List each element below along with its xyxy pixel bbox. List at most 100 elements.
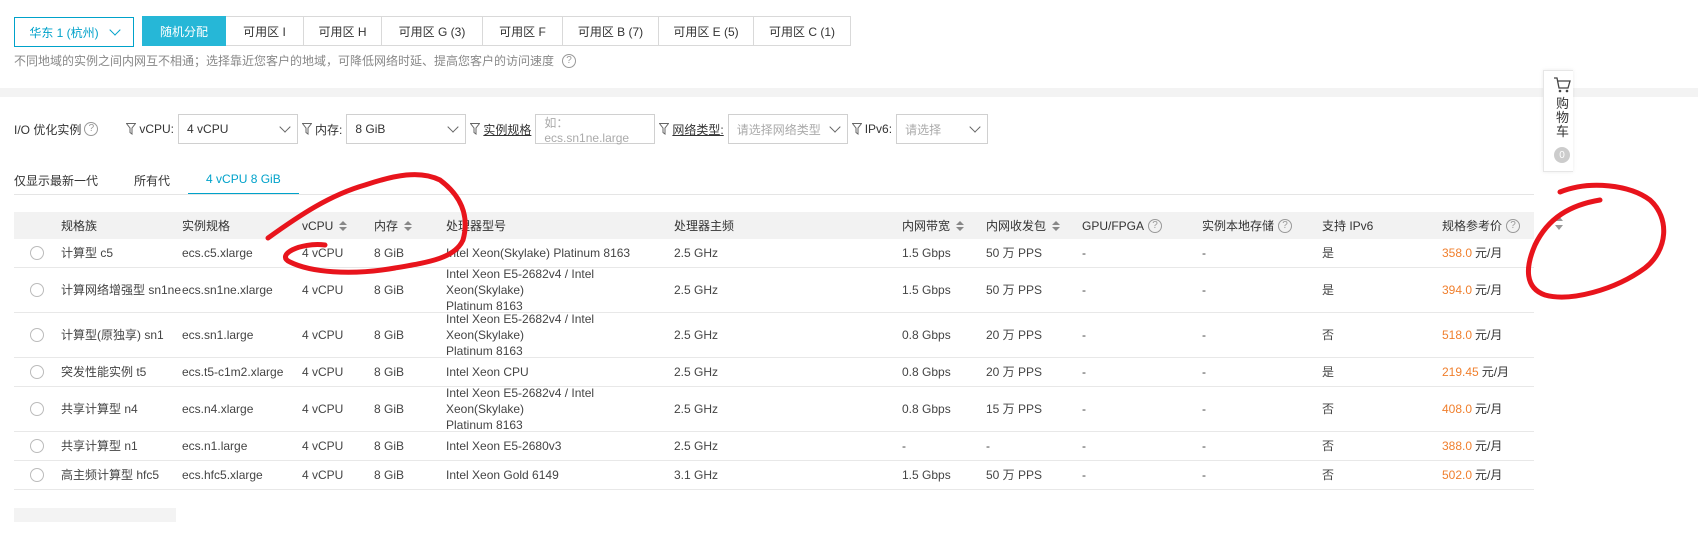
zone-b[interactable]: 可用区 B (7) <box>563 16 659 46</box>
row-select-radio[interactable] <box>30 246 44 260</box>
row-memory: 8 GiB <box>374 283 405 297</box>
row-select-radio[interactable] <box>30 402 44 416</box>
cpu-model-line: Intel Xeon(Skylake) Platinum 8163 <box>446 246 631 260</box>
zone-h[interactable]: 可用区 H <box>304 16 382 46</box>
row-pps: 20 万 PPS <box>986 365 1043 379</box>
sort-icon[interactable] <box>339 220 348 231</box>
tab-4vcpu-8gib[interactable]: 4 vCPU 8 GiB <box>188 165 299 195</box>
network-filter-label: 网络类型: <box>659 121 724 138</box>
table-row[interactable]: 共享计算型 n4 ecs.n4.xlarge 4 vCPU 8 GiB Intel Xe… <box>14 386 1534 432</box>
chevron-down-icon <box>279 121 291 133</box>
help-icon[interactable]: ? <box>1148 218 1163 233</box>
chevron-down-icon <box>447 121 460 133</box>
memory-select[interactable]: 8 GiB <box>346 114 467 144</box>
zone-e[interactable]: 可用区 E (5) <box>659 16 754 46</box>
cpu-model-line: Intel Xeon E5-2680v3 <box>446 439 562 453</box>
sort-icon[interactable] <box>956 220 965 231</box>
zone-random[interactable]: 随机分配 <box>142 16 226 46</box>
col-bandwidth[interactable]: 内网带宽 <box>902 212 965 239</box>
sort-icon[interactable] <box>1052 220 1061 231</box>
row-ipv6: 否 <box>1322 468 1335 482</box>
network-type-select[interactable]: 请选择网络类型 <box>727 114 848 144</box>
row-cpu-model: Intel Xeon E5-2682v4 / Intel Xeon(Skylak… <box>446 267 666 313</box>
help-icon[interactable]: ? <box>1278 218 1293 233</box>
scroll-up-icon[interactable] <box>1555 216 1563 221</box>
row-price: 518.0 元/月 <box>1442 313 1502 357</box>
row-vcpu: 4 vCPU <box>302 328 344 342</box>
zone-hint-text: 不同地域的实例之间内网互不相通；选择靠近您客户的地域，可降低网络时延、提高您客户… <box>14 54 555 68</box>
table-row[interactable]: 高主频计算型 hfc5 ecs.hfc5.xlarge 4 vCPU 8 GiB Int… <box>14 461 1534 490</box>
filter-icon <box>302 123 313 135</box>
row-local-storage: - <box>1202 328 1206 342</box>
price-value: 219.45 <box>1442 365 1479 379</box>
zone-g[interactable]: 可用区 G (3) <box>382 16 483 46</box>
table-row[interactable]: 计算型(原独享) sn1 ecs.sn1.large 4 vCPU 8 GiB Inte… <box>14 312 1534 358</box>
row-local-storage: - <box>1202 468 1206 482</box>
help-icon[interactable]: ? <box>1506 218 1521 233</box>
annotation-circle-price <box>1525 182 1667 300</box>
row-gpu: - <box>1082 439 1086 453</box>
row-price: 219.45 元/月 <box>1442 358 1509 386</box>
cpu-model-line: Platinum 8163 <box>446 418 523 432</box>
spec-filter-label: 实例规格 <box>470 121 531 138</box>
scroll-down-icon[interactable] <box>1555 225 1563 230</box>
row-family: 高主频计算型 hfc5 <box>61 468 160 482</box>
row-ipv6: 否 <box>1322 402 1335 416</box>
price-unit: 元/月 <box>1475 246 1503 260</box>
col-cpu-model: 处理器型号 <box>446 219 507 233</box>
zone-i[interactable]: 可用区 I <box>226 16 304 46</box>
spec-input[interactable]: 如：ecs.sn1ne.large <box>535 114 656 145</box>
row-select-radio[interactable] <box>30 365 44 379</box>
row-memory: 8 GiB <box>374 328 405 342</box>
vcpu-select[interactable]: 4 vCPU <box>178 114 299 144</box>
col-pps[interactable]: 内网收发包 <box>986 212 1061 239</box>
price-value: 394.0 <box>1442 283 1473 297</box>
table-row[interactable]: 共享计算型 n1 ecs.n1.large 4 vCPU 8 GiB Intel Xeo… <box>14 432 1534 461</box>
row-radio-cell <box>30 268 44 312</box>
row-spec: ecs.hfc5.xlarge <box>182 468 263 482</box>
sort-icon[interactable] <box>404 220 413 231</box>
zone-f[interactable]: 可用区 F <box>483 16 563 46</box>
row-family: 计算型(原独享) sn1 <box>61 328 164 342</box>
row-vcpu: 4 vCPU <box>302 283 344 297</box>
row-radio-cell <box>30 358 44 386</box>
table-row[interactable]: 突发性能实例 t5 ecs.t5-c1m2.xlarge 4 vCPU 8 GiB In… <box>14 358 1534 387</box>
row-select-radio[interactable] <box>30 283 44 297</box>
row-spec: ecs.sn1.large <box>182 328 254 342</box>
row-price: 388.0 元/月 <box>1442 432 1502 460</box>
row-memory: 8 GiB <box>374 402 405 416</box>
row-cpu-model: Intel Xeon CPU <box>446 358 666 386</box>
row-price: 358.0 元/月 <box>1442 239 1502 267</box>
row-select-radio[interactable] <box>30 439 44 453</box>
tab-all-generations[interactable]: 所有代 <box>134 165 170 195</box>
col-vcpu[interactable]: vCPU <box>302 212 348 239</box>
table-scrollbar[interactable] <box>1553 212 1565 482</box>
col-memory[interactable]: 内存 <box>374 212 413 239</box>
tab-latest-generation[interactable]: 仅显示最新一代 <box>14 165 98 195</box>
table-row[interactable]: 计算网络增强型 sn1ne ecs.sn1ne.xlarge 4 vCPU 8 GiB… <box>14 267 1534 313</box>
row-pps: 15 万 PPS <box>986 402 1043 416</box>
row-vcpu: 4 vCPU <box>302 246 344 260</box>
help-icon[interactable]: ? <box>562 53 577 68</box>
row-local-storage: - <box>1202 246 1206 260</box>
row-cpu-model: Intel Xeon(Skylake) Platinum 8163 <box>446 239 666 267</box>
price-unit: 元/月 <box>1475 402 1503 416</box>
tab-divider <box>14 194 1534 195</box>
region-select[interactable]: 华东 1 (杭州) <box>14 17 134 47</box>
ipv6-select[interactable]: 请选择 <box>896 114 989 144</box>
row-gpu: - <box>1082 402 1086 416</box>
row-select-radio[interactable] <box>30 468 44 482</box>
row-cpu-freq: 3.1 GHz <box>674 468 719 482</box>
table-row[interactable]: 计算型 c5 ecs.c5.xlarge 4 vCPU 8 GiB Intel Xeon… <box>14 239 1534 268</box>
row-memory: 8 GiB <box>374 439 405 453</box>
cpu-model-line: Intel Xeon E5-2682v4 / Intel Xeon(Skylak… <box>446 267 595 297</box>
instance-type-table: 规格族 实例规格 vCPU 内存 处理器型号 处理器主频 内网带宽 内网收发包 … <box>14 212 1534 490</box>
row-select-radio[interactable] <box>30 328 44 342</box>
row-gpu: - <box>1082 328 1086 342</box>
pagination-area <box>14 508 176 522</box>
shopping-cart-panel[interactable]: 购物车 0 <box>1543 70 1573 172</box>
help-icon[interactable]: ? <box>84 122 99 136</box>
price-value: 518.0 <box>1442 328 1473 342</box>
zone-c[interactable]: 可用区 C (1) <box>754 16 851 46</box>
row-local-storage: - <box>1202 439 1206 453</box>
